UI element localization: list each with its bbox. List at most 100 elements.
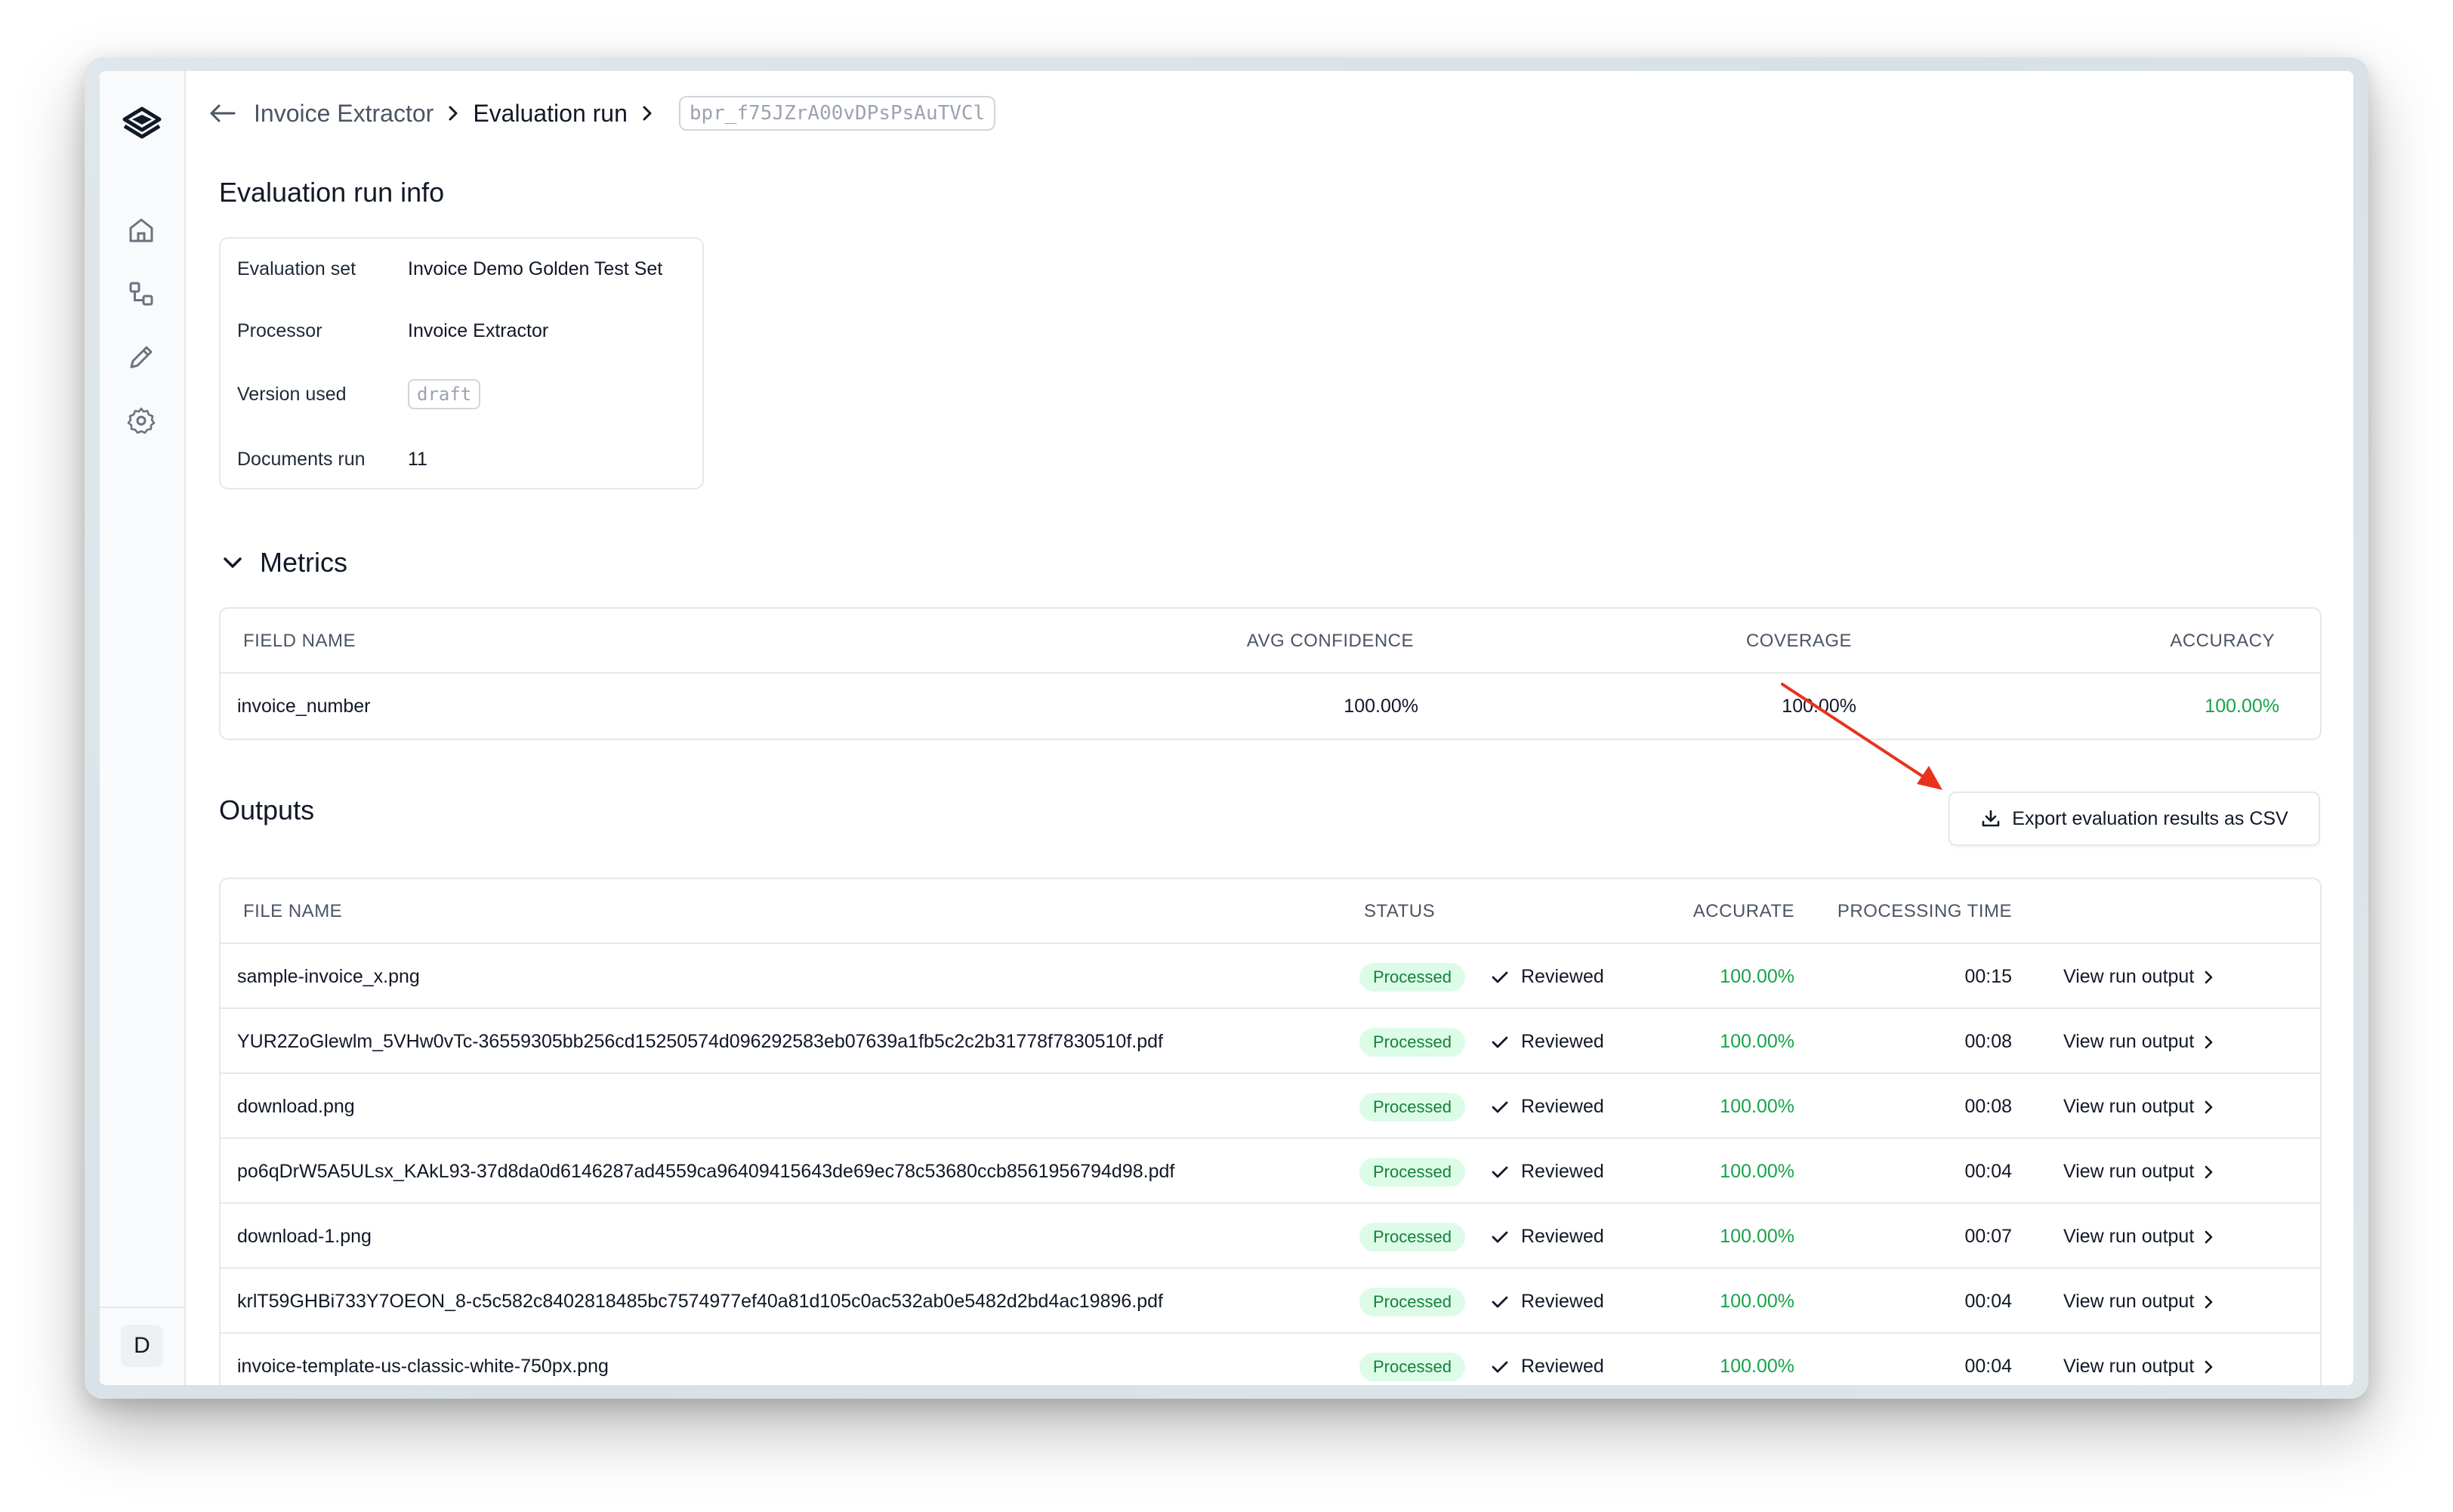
view-run-output-link[interactable]: View run output [2063,1204,2217,1269]
check-icon [1492,1296,1508,1308]
column-header: FIELD NAME [243,631,356,651]
review-cell: Reviewed [1489,1269,1604,1334]
user-avatar[interactable]: D [121,1325,163,1367]
view-run-output-link[interactable]: View run output [2063,944,2217,1009]
file-name[interactable]: invoice-template-us-classic-white-750px.… [237,1334,609,1385]
accurate-value: 100.00% [1720,1096,1794,1117]
output-row[interactable]: YUR2ZoGlewlm_5VHw0vTc-36559305bb256cd152… [221,1009,2320,1074]
chevron-right-icon [449,106,458,121]
review-status: Reviewed [1521,1096,1604,1117]
view-run-output-label[interactable]: View run output [2063,1356,2194,1377]
file-name[interactable]: download-1.png [237,1204,372,1269]
info-label: Evaluation set [237,258,356,279]
status-badge: Processed [1359,1288,1465,1317]
metrics-section-title: Metrics [260,547,347,578]
chevron-right-icon [2205,971,2213,984]
view-run-output-label[interactable]: View run output [2063,1161,2194,1182]
review-cell: Reviewed [1489,1074,1604,1139]
info-label: Version used [237,383,347,405]
run-id-chip[interactable]: bpr_f75JZrA00vDPsPsAuTVCl [678,96,996,131]
status-cell: Processed [1359,1074,1465,1139]
metrics-table: FIELD NAME AVG CONFIDENCE COVERAGE ACCUR… [219,607,2322,740]
status-badge: Processed [1359,1158,1465,1187]
output-row[interactable]: po6qDrW5A5ULsx_KAkL93-37d8da0d6146287ad4… [221,1139,2320,1204]
pencil-icon[interactable] [125,341,157,373]
review-status: Reviewed [1521,966,1604,987]
view-run-output-link[interactable]: View run output [2063,1074,2217,1139]
status-cell: Processed [1359,1139,1465,1204]
file-name[interactable]: YUR2ZoGlewlm_5VHw0vTc-36559305bb256cd152… [237,1009,1163,1074]
metric-field-name: invoice_number [237,696,371,717]
column-header: FILE NAME [243,901,343,921]
info-label: Documents run [237,448,366,470]
metrics-header-row: FIELD NAME AVG CONFIDENCE COVERAGE ACCUR… [221,609,2320,674]
chevron-right-icon [2205,1101,2213,1114]
version-chip: draft [408,379,481,409]
processing-time: 00:04 [1964,1291,2012,1312]
info-value: Invoice Extractor [408,319,549,341]
column-header: STATUS [1364,901,1436,921]
export-csv-button[interactable]: Export evaluation results as CSV [1949,791,2320,846]
breadcrumb-section[interactable]: Evaluation run [473,100,628,128]
processing-time: 00:04 [1964,1356,2012,1377]
sidebar: D [100,71,186,1385]
file-name[interactable]: sample-invoice_x.png [237,944,420,1009]
output-row[interactable]: sample-invoice_x.png Processed Reviewed … [221,944,2320,1009]
info-value: Invoice Demo Golden Test Set [408,258,663,279]
status-badge: Processed [1359,963,1465,992]
status-cell: Processed [1359,1204,1465,1269]
export-csv-label: Export evaluation results as CSV [2012,807,2288,829]
accurate-value: 100.00% [1720,1291,1794,1312]
breadcrumb-processor-link[interactable]: Invoice Extractor [254,100,434,128]
accurate-value: 100.00% [1720,1356,1794,1377]
output-row[interactable]: download.png Processed Reviewed 100.00% … [221,1074,2320,1139]
accurate-value: 100.00% [1720,1031,1794,1052]
logo-icon[interactable] [119,101,165,148]
view-run-output-link[interactable]: View run output [2063,1009,2217,1074]
view-run-output-link[interactable]: View run output [2063,1139,2217,1204]
status-badge: Processed [1359,1028,1465,1057]
workflow-icon[interactable] [125,278,157,310]
review-status: Reviewed [1521,1226,1604,1247]
chevron-right-icon [2205,1231,2213,1244]
info-card: Evaluation set Invoice Demo Golden Test … [219,237,704,489]
settings-icon[interactable] [125,405,157,437]
outputs-header-row: FILE NAME STATUS ACCURATE PROCESSING TIM… [221,879,2320,944]
output-row[interactable]: download-1.png Processed Reviewed 100.00… [221,1204,2320,1269]
download-icon [1982,810,2000,827]
view-run-output-label[interactable]: View run output [2063,966,2194,987]
review-cell: Reviewed [1489,1334,1604,1385]
back-arrow-icon[interactable] [205,97,239,130]
view-run-output-link[interactable]: View run output [2063,1334,2217,1385]
breadcrumb: Invoice Extractor Evaluation run bpr_f75… [205,91,996,136]
view-run-output-label[interactable]: View run output [2063,1226,2194,1247]
metric-avg-confidence: 100.00% [1344,696,1418,717]
view-run-output-link[interactable]: View run output [2063,1269,2217,1334]
info-row-documents-run: Documents run 11 [237,443,427,476]
file-name[interactable]: krlT59GHBi733Y7OEON_8-c5c582c8402818485b… [237,1269,1163,1334]
view-run-output-label[interactable]: View run output [2063,1096,2194,1117]
info-label: Processor [237,319,322,341]
outputs-rows: sample-invoice_x.png Processed Reviewed … [221,944,2320,1385]
home-icon[interactable] [125,214,157,246]
output-row[interactable]: krlT59GHBi733Y7OEON_8-c5c582c8402818485b… [221,1269,2320,1334]
metrics-toggle[interactable]: Metrics [219,547,347,579]
view-run-output-label[interactable]: View run output [2063,1291,2194,1312]
chevron-right-icon [2205,1361,2213,1374]
file-name[interactable]: download.png [237,1074,355,1139]
processing-time: 00:07 [1964,1226,2012,1247]
chevron-down-icon[interactable] [219,549,246,576]
check-icon [1492,1361,1508,1373]
sidebar-divider [100,1307,184,1308]
processing-time: 00:15 [1964,966,2012,987]
check-icon [1492,971,1508,983]
info-section-title: Evaluation run info [219,177,445,208]
chevron-right-icon [2205,1036,2213,1049]
info-row-processor: Processor Invoice Extractor [237,314,548,347]
review-cell: Reviewed [1489,1204,1604,1269]
output-row[interactable]: invoice-template-us-classic-white-750px.… [221,1334,2320,1385]
chevron-right-icon [2205,1166,2213,1179]
file-name[interactable]: po6qDrW5A5ULsx_KAkL93-37d8da0d6146287ad4… [237,1139,1174,1204]
view-run-output-label[interactable]: View run output [2063,1031,2194,1052]
accurate-value: 100.00% [1720,966,1794,987]
